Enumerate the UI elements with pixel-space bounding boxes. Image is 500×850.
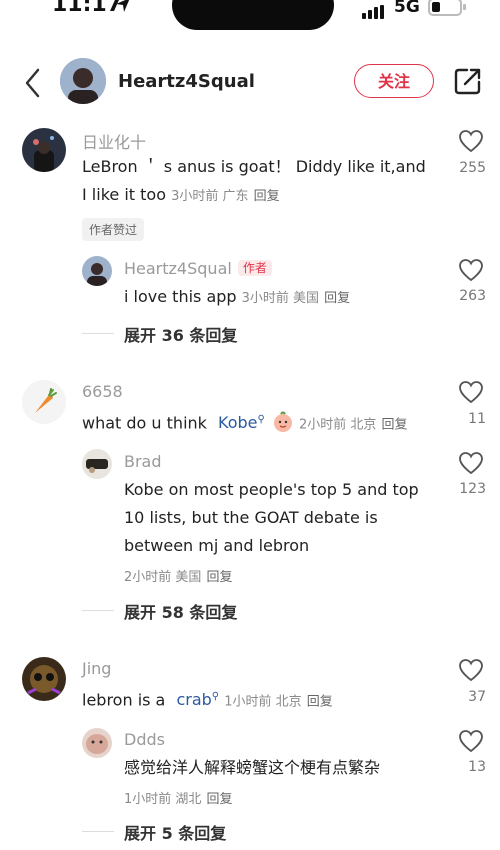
heart-icon[interactable] [458,729,484,753]
reply-avatar[interactable] [82,256,112,286]
reply-meta: 2小时前 美国 [124,570,202,585]
comment-text-line: I like it too 3小时前 广东 回复 [82,185,280,204]
expand-divider [82,610,114,611]
like-count: 13 [468,759,486,775]
location-arrow-icon [114,0,132,18]
reply-avatar[interactable] [82,449,112,479]
author-badge: 作者 [237,260,272,276]
heart-icon[interactable] [458,129,484,153]
comment-avatar[interactable] [22,380,66,424]
expand-divider [82,333,114,334]
reply-text-line: 10 lists, but the GOAT debate is [124,508,378,527]
heart-icon[interactable] [458,451,484,475]
signal-icon [362,0,386,19]
comment-text-line: lebron is a crab⚲ 1小时前 北京 回复 [82,690,333,710]
heart-icon[interactable] [458,380,484,404]
reply-meta: 3小时前 美国 [241,291,320,306]
reply-meta-row: 2小时前 美国 回复 [124,566,233,585]
back-icon[interactable] [22,66,48,100]
header-avatar[interactable] [60,58,106,104]
dynamic-island [172,0,334,30]
reply-button[interactable]: 回复 [207,570,233,585]
expand-divider [82,831,114,832]
like-count: 123 [459,481,486,497]
reply-button[interactable]: 回复 [307,694,333,709]
comment-username[interactable]: Jing [82,659,111,678]
status-time: 11:17 [52,0,123,17]
network-label: 5G [394,0,420,17]
header-username[interactable]: Heartz4Squal [118,71,255,92]
expand-replies-button[interactable]: 展开 5 条回复 [124,820,226,844]
reply-text-line: i love this app 3小时前 美国 回复 [124,287,351,306]
heart-icon[interactable] [458,258,484,282]
search-icon: ⚲ [257,414,265,425]
search-icon: ⚲ [211,691,220,702]
reply-button[interactable]: 回复 [324,291,350,306]
expand-replies-button[interactable]: 展开 58 条回复 [124,599,237,623]
like-count: 37 [468,689,486,705]
reply-meta-row: 1小时前 湖北 回复 [124,788,233,807]
heart-icon[interactable] [458,658,484,682]
comment-username[interactable]: 6658 [82,382,123,401]
battery-icon [428,0,466,16]
author-liked-badge: 作者赞过 [82,218,145,241]
reply-avatar[interactable] [82,728,112,758]
like-count: 255 [459,160,486,176]
comment-text-line: LeBron ＇ s anus is goat！ Diddy like it,a… [82,157,426,176]
reply-username-row: Heartz4Squal 作者 [124,259,272,278]
follow-button[interactable]: 关注 [354,64,434,98]
reply-username[interactable]: Heartz4Squal [124,259,232,278]
reply-username[interactable]: Brad [124,452,162,471]
like-count: 11 [468,411,486,427]
expand-replies-button[interactable]: 展开 36 条回复 [124,322,237,346]
comment-meta: 2小时前 北京 [299,417,377,433]
comment-avatar[interactable] [22,657,66,701]
reply-button[interactable]: 回复 [382,417,408,432]
reply-username[interactable]: Ddds [124,730,165,749]
comment-avatar[interactable] [22,128,66,172]
emoji-icon [272,411,294,442]
reply-button[interactable]: 回复 [207,792,233,807]
reply-text-line: between mj and lebron [124,536,310,555]
like-count: 263 [459,288,486,304]
comment-username[interactable]: 日业化十 [82,129,146,153]
comment-meta: 3小时前 广东 [171,189,249,204]
reply-meta: 1小时前 湖北 [124,792,202,807]
mention-link[interactable]: Kobe [218,413,257,432]
reply-text-line: Kobe on most people's top 5 and top [124,480,419,499]
comment-meta: 1小时前 北京 [224,694,302,710]
reply-text-line: 感觉给洋人解释螃蟹这个梗有点繁杂 [124,758,381,777]
mention-link[interactable]: crab [176,690,211,709]
reply-button[interactable]: 回复 [254,189,280,204]
share-icon[interactable] [453,66,483,96]
comment-text-line: what do u think Kobe⚲ 2小时前 北京 回复 [82,406,408,442]
